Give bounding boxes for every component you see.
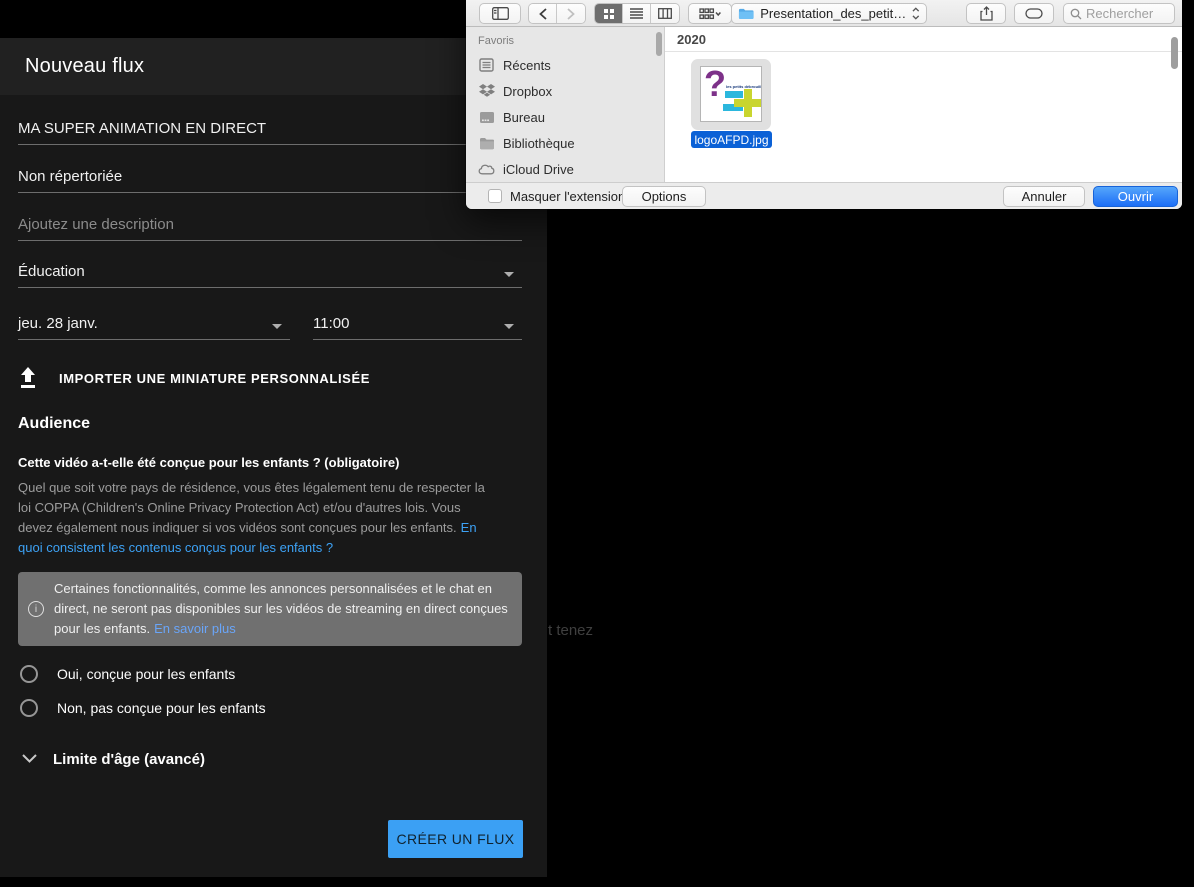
radio-yes-label: Oui, conçue pour les enfants	[57, 666, 236, 682]
search-field[interactable]	[1063, 3, 1175, 24]
cancel-button[interactable]: Annuler	[1003, 186, 1085, 207]
logo-plus-icon	[734, 99, 761, 107]
privacy-field[interactable]: Non répertoriée	[18, 161, 522, 193]
dropbox-icon	[478, 83, 495, 100]
radio-made-for-kids-no[interactable]: Non, pas conçue pour les enfants	[20, 699, 266, 717]
sidebar-item-dropbox[interactable]: Dropbox	[476, 79, 658, 103]
sidebar-item-library[interactable]: Bibliothèque	[476, 131, 658, 155]
category-select[interactable]: Éducation	[18, 256, 522, 288]
kids-notice-box: i Certaines fonctionnalités, comme les a…	[18, 572, 522, 646]
age-limit-expander[interactable]: Limite d'âge (avancé)	[22, 750, 205, 768]
sidebar-item-desktop[interactable]: Bureau	[476, 105, 658, 129]
upload-thumbnail-button[interactable]: IMPORTER UNE MINIATURE PERSONNALISÉE	[18, 367, 370, 389]
logo-cyan-bar	[725, 91, 743, 98]
time-select[interactable]: 11:00	[313, 307, 522, 340]
coppa-paragraph: Quel que soit votre pays de résidence, v…	[18, 478, 492, 558]
view-mode-segmented-control	[594, 3, 680, 24]
finder-open-dialog: Presentation_des_petit_… Favoris Récents	[466, 0, 1182, 209]
sidebar-item-icloud-drive[interactable]: iCloud Drive	[476, 157, 658, 181]
hide-extension-checkbox[interactable]	[488, 189, 502, 203]
icon-view-button[interactable]	[595, 4, 623, 23]
recents-icon	[478, 57, 495, 74]
finder-file-area: 2020 ? les petits débrouillards logoAFPD…	[665, 27, 1182, 182]
tags-button[interactable]	[1014, 3, 1054, 24]
file-group-header: 2020	[665, 27, 1182, 52]
privacy-value: Non répertoriée	[18, 168, 123, 185]
new-stream-dialog: Nouveau flux MA SUPER ANIMATION EN DIREC…	[0, 38, 547, 877]
notice-text: Certaines fonctionnalités, comme les ann…	[54, 581, 508, 636]
column-view-button[interactable]	[651, 4, 679, 23]
radio-circle-icon[interactable]	[20, 665, 38, 683]
dialog-title: Nouveau flux	[25, 55, 145, 77]
stream-title-value: MA SUPER ANIMATION EN DIRECT	[18, 120, 267, 137]
favorites-section-label: Favoris	[478, 35, 515, 47]
sidebar-item-recents[interactable]: Récents	[476, 53, 658, 77]
radio-circle-icon[interactable]	[20, 699, 38, 717]
logo-question-mark: ?	[704, 66, 726, 104]
folder-icon	[738, 8, 754, 20]
date-value: jeu. 28 janv.	[18, 315, 98, 332]
kids-question: Cette vidéo a-t-elle été conçue pour les…	[18, 455, 400, 470]
history-nav-group	[528, 3, 586, 24]
chevron-down-icon	[504, 324, 514, 329]
hide-extension-label: Masquer l'extension	[510, 189, 626, 204]
time-value: 11:00	[313, 315, 350, 332]
location-label: Presentation_des_petit_…	[760, 6, 907, 21]
background-text: t tenez	[548, 622, 594, 639]
file-name-selected[interactable]: logoAFPD.jpg	[691, 131, 772, 148]
category-value: Éducation	[18, 263, 85, 280]
options-button[interactable]: Options	[622, 186, 706, 207]
sidebar-toggle-button[interactable]	[479, 3, 521, 24]
folder-icon	[478, 135, 495, 152]
finder-sidebar: Favoris Récents Dropbox Bureau Bibliothè…	[466, 27, 665, 182]
finder-footer: Masquer l'extension Options Annuler Ouvr…	[466, 182, 1182, 209]
chevron-down-icon	[22, 750, 37, 768]
dialog-header: Nouveau flux	[0, 38, 547, 95]
forward-button[interactable]	[557, 4, 585, 23]
share-button[interactable]	[966, 3, 1006, 24]
sidebar-scrollbar[interactable]	[656, 32, 662, 56]
audience-section-title: Audience	[18, 415, 91, 432]
upload-label: IMPORTER UNE MINIATURE PERSONNALISÉE	[59, 370, 370, 386]
icloud-icon	[478, 161, 495, 178]
coppa-text: Quel que soit votre pays de résidence, v…	[18, 480, 485, 535]
radio-made-for-kids-yes[interactable]: Oui, conçue pour les enfants	[20, 665, 235, 683]
file-group-label: 2020	[677, 31, 706, 47]
description-placeholder: Ajoutez une description	[18, 216, 174, 233]
updown-chevrons-icon	[912, 7, 920, 20]
create-stream-button[interactable]: CRÉER UN FLUX	[388, 820, 523, 858]
search-input[interactable]	[1086, 6, 1166, 21]
radio-no-label: Non, pas conçue pour les enfants	[57, 700, 266, 716]
back-button[interactable]	[529, 4, 557, 23]
chevron-down-icon	[272, 324, 282, 329]
description-field[interactable]: Ajoutez une description	[18, 209, 522, 241]
info-icon: i	[28, 601, 54, 617]
age-limit-label: Limite d'âge (avancé)	[53, 750, 205, 768]
upload-icon	[18, 367, 38, 389]
group-by-button[interactable]	[688, 3, 732, 24]
location-popup[interactable]: Presentation_des_petit_…	[731, 3, 927, 24]
list-view-button[interactable]	[623, 4, 651, 23]
learn-more-link[interactable]: En savoir plus	[154, 621, 236, 636]
file-area-scrollbar[interactable]	[1171, 37, 1178, 69]
open-button[interactable]: Ouvrir	[1093, 186, 1178, 207]
finder-toolbar: Presentation_des_petit_…	[466, 0, 1182, 27]
desktop-icon	[478, 109, 495, 126]
chevron-down-icon	[504, 272, 514, 277]
file-item-logo[interactable]: ? les petits débrouillards	[691, 59, 771, 130]
search-icon	[1070, 8, 1082, 19]
file-thumbnail[interactable]: ? les petits débrouillards	[700, 66, 762, 122]
date-select[interactable]: jeu. 28 janv.	[18, 307, 290, 340]
stream-title-field[interactable]: MA SUPER ANIMATION EN DIRECT	[18, 113, 522, 145]
